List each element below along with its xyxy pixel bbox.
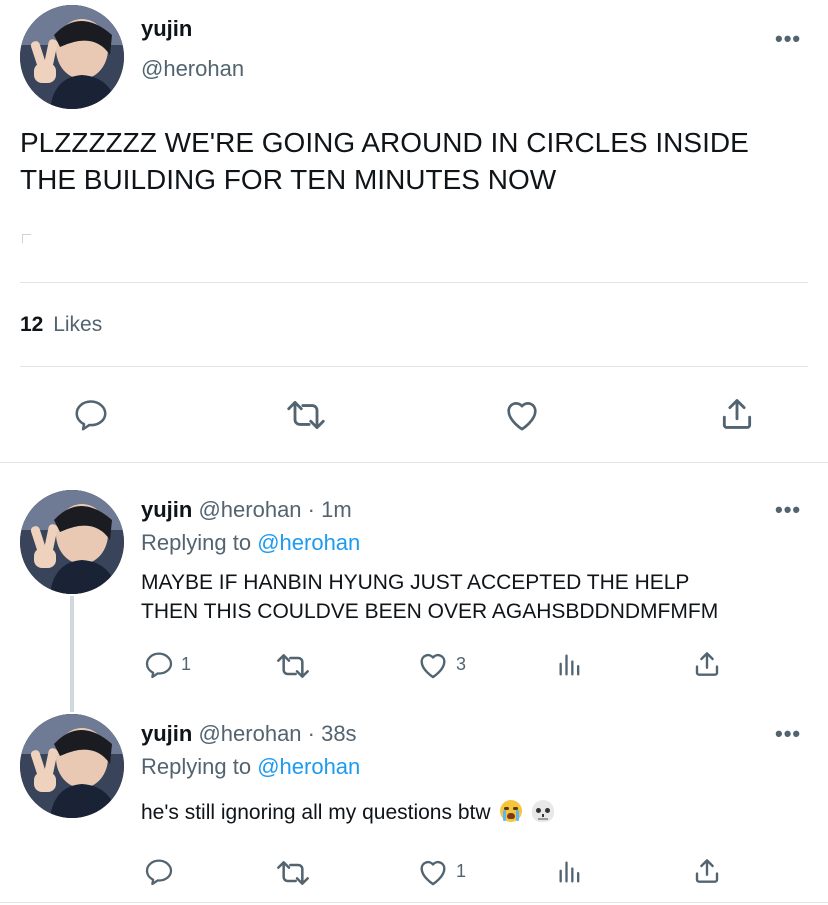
avatar-photo	[20, 714, 124, 818]
share-icon[interactable]	[692, 855, 722, 887]
divider	[20, 366, 808, 367]
tweet-text-line: THE BUILDING FOR TEN MINUTES NOW	[20, 164, 557, 195]
tweet-meta-fragment	[22, 234, 31, 243]
author-handle[interactable]: @herohan	[141, 56, 244, 82]
divider	[0, 902, 828, 903]
author-meta[interactable]: @herohan · 38s	[198, 721, 356, 746]
avatar-photo	[20, 490, 124, 594]
more-options-icon[interactable]: •••	[775, 721, 801, 747]
analytics-icon[interactable]	[556, 857, 584, 887]
reply-header: yujin @herohan · 1m	[141, 497, 352, 523]
tweet-text-line: PLZZZZZZ WE'RE GOING AROUND IN CIRCLES I…	[20, 127, 749, 158]
reply-text: he's still ignoring all my questions btw	[141, 798, 555, 827]
share-icon[interactable]	[718, 394, 756, 434]
like-icon[interactable]	[416, 648, 450, 682]
like-icon[interactable]	[502, 395, 542, 435]
reply-text: MAYBE IF HANBIN HYUNG JUST ACCEPTED THE …	[141, 568, 718, 626]
avatar[interactable]	[20, 714, 124, 818]
likes-count: 12	[20, 313, 44, 336]
reply-text-content: he's still ignoring all my questions btw	[141, 801, 491, 824]
reply-icon[interactable]	[143, 856, 175, 888]
reply-header: yujin @herohan · 38s	[141, 721, 357, 747]
reply-text-line: MAYBE IF HANBIN HYUNG JUST ACCEPTED THE …	[141, 571, 690, 594]
like-count: 3	[456, 654, 467, 674]
retweet-icon[interactable]	[274, 857, 312, 889]
avatar-photo	[20, 5, 124, 109]
author-name[interactable]: yujin	[141, 497, 192, 522]
reply-icon[interactable]	[72, 396, 110, 434]
retweet-icon[interactable]	[274, 650, 312, 682]
tweet-text: PLZZZZZZ WE'RE GOING AROUND IN CIRCLES I…	[20, 124, 749, 198]
reply-count: 1	[181, 654, 192, 674]
avatar[interactable]	[20, 5, 124, 109]
divider	[0, 462, 828, 463]
likes-stat[interactable]: 12 Likes	[20, 313, 102, 337]
loudly-crying-face-icon	[500, 800, 523, 822]
replying-to: Replying to @herohan	[141, 530, 360, 556]
thread-line	[70, 596, 74, 712]
analytics-icon[interactable]	[556, 650, 584, 680]
more-options-icon[interactable]: •••	[775, 497, 801, 523]
avatar[interactable]	[20, 490, 124, 594]
likes-label: Likes	[53, 313, 103, 336]
author-meta[interactable]: @herohan · 1m	[198, 497, 351, 522]
more-options-icon[interactable]: •••	[775, 26, 801, 52]
reply-icon[interactable]	[143, 649, 175, 681]
like-count: 1	[456, 861, 467, 881]
replying-to-handle[interactable]: @herohan	[257, 754, 360, 779]
skull-icon	[532, 800, 555, 822]
author-name[interactable]: yujin	[141, 721, 192, 746]
author-name[interactable]: yujin	[141, 16, 192, 42]
replying-to-handle[interactable]: @herohan	[257, 530, 360, 555]
replying-to-label: Replying to	[141, 530, 252, 555]
share-icon[interactable]	[692, 648, 722, 680]
divider	[20, 282, 808, 283]
reply-text-line: THEN THIS COULDVE BEEN OVER AGAHSBDDNDMF…	[141, 600, 719, 623]
replying-to-label: Replying to	[141, 754, 252, 779]
retweet-icon[interactable]	[284, 396, 328, 434]
replying-to: Replying to @herohan	[141, 754, 360, 780]
like-icon[interactable]	[416, 855, 450, 889]
